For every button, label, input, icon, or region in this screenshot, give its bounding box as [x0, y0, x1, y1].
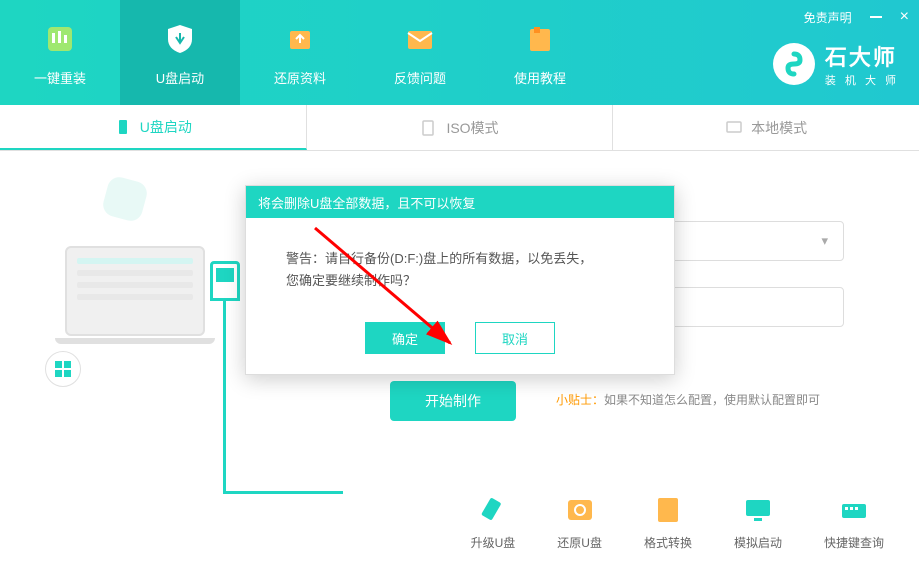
dialog-buttons: 确定 取消 — [246, 322, 674, 374]
book-icon — [519, 18, 561, 60]
iso-icon — [420, 119, 438, 137]
nav-label: 还原资料 — [274, 68, 326, 87]
simulate-icon — [742, 494, 774, 526]
tab-usb-boot[interactable]: U盘启动 — [0, 105, 307, 150]
nav-restore[interactable]: 还原资料 — [240, 0, 360, 105]
monitor-icon — [725, 119, 743, 137]
nav-label: U盘启动 — [156, 68, 204, 87]
tip-text: 小贴士：如果不知道怎么配置，使用默认配置即可 — [556, 391, 820, 408]
minimize-button[interactable] — [870, 16, 882, 18]
bottom-label: 格式转换 — [644, 534, 692, 551]
restore-icon — [279, 18, 321, 60]
confirm-dialog: 将会删除U盘全部数据，且不可以恢复 警告：请自行备份(D:F:)盘上的所有数据，… — [245, 185, 675, 375]
start-button[interactable]: 开始制作 — [390, 381, 516, 421]
tab-label: 本地模式 — [751, 118, 807, 138]
logo-icon — [773, 43, 815, 85]
reinstall-icon — [39, 18, 81, 60]
dialog-body: 警告：请自行备份(D:F:)盘上的所有数据，以免丢失， 您确定要继续制作吗？ — [246, 218, 674, 322]
tip-content: 如果不知道怎么配置，使用默认配置即可 — [604, 393, 820, 407]
nav-label: 一键重装 — [34, 68, 86, 87]
upgrade-usb[interactable]: 升级U盘 — [471, 494, 516, 551]
restore-usb[interactable]: 还原U盘 — [557, 494, 602, 551]
bottom-label: 还原U盘 — [557, 534, 602, 551]
tab-label: ISO模式 — [446, 118, 498, 138]
nav-label: 使用教程 — [514, 68, 566, 87]
bottom-label: 模拟启动 — [734, 534, 782, 551]
bottom-label: 快捷键查询 — [824, 534, 884, 551]
dialog-title: 将会删除U盘全部数据，且不可以恢复 — [246, 186, 674, 218]
nav-reinstall[interactable]: 一键重装 — [0, 0, 120, 105]
hotkey-query[interactable]: 快捷键查询 — [824, 494, 884, 551]
disclaimer-link[interactable]: 免责声明 — [804, 9, 852, 26]
mail-icon — [399, 18, 441, 60]
simulate-boot[interactable]: 模拟启动 — [734, 494, 782, 551]
bottom-toolbar: 升级U盘 还原U盘 格式转换 模拟启动 快捷键查询 — [471, 494, 884, 551]
tab-label: U盘启动 — [140, 117, 192, 137]
cancel-button[interactable]: 取消 — [475, 322, 555, 354]
format-icon — [652, 494, 684, 526]
chevron-down-icon: ▾ — [821, 233, 828, 249]
brand-sub: 装 机 大 师 — [825, 72, 899, 88]
bottom-label: 升级U盘 — [471, 534, 516, 551]
nav-feedback[interactable]: 反馈问题 — [360, 0, 480, 105]
header: 一键重装 U盘启动 还原资料 反馈问题 使用教程 免责声明 × 石 — [0, 0, 919, 105]
windows-icon — [45, 351, 81, 387]
upgrade-icon — [477, 494, 509, 526]
usb-icon — [114, 118, 132, 136]
tab-iso[interactable]: ISO模式 — [307, 105, 614, 150]
nav-usb-boot[interactable]: U盘启动 — [120, 0, 240, 105]
tip-label: 小贴士： — [556, 393, 604, 407]
decorative-badge — [101, 175, 150, 224]
keyboard-icon — [838, 494, 870, 526]
tab-local[interactable]: 本地模式 — [613, 105, 919, 150]
window-controls: 免责声明 × — [804, 8, 909, 26]
close-button[interactable]: × — [900, 8, 909, 26]
brand-main: 石大师 — [825, 40, 899, 72]
restore-usb-icon — [564, 494, 596, 526]
dialog-line1: 警告：请自行备份(D:F:)盘上的所有数据，以免丢失， — [286, 248, 634, 270]
format-convert[interactable]: 格式转换 — [644, 494, 692, 551]
brand-area: 石大师 装 机 大 师 — [773, 40, 899, 88]
dialog-line2: 您确定要继续制作吗？ — [286, 270, 634, 292]
nav-tutorial[interactable]: 使用教程 — [480, 0, 600, 105]
nav-label: 反馈问题 — [394, 68, 446, 87]
ok-button[interactable]: 确定 — [365, 322, 445, 354]
tabs: U盘启动 ISO模式 本地模式 — [0, 105, 919, 151]
shield-icon — [159, 18, 201, 60]
